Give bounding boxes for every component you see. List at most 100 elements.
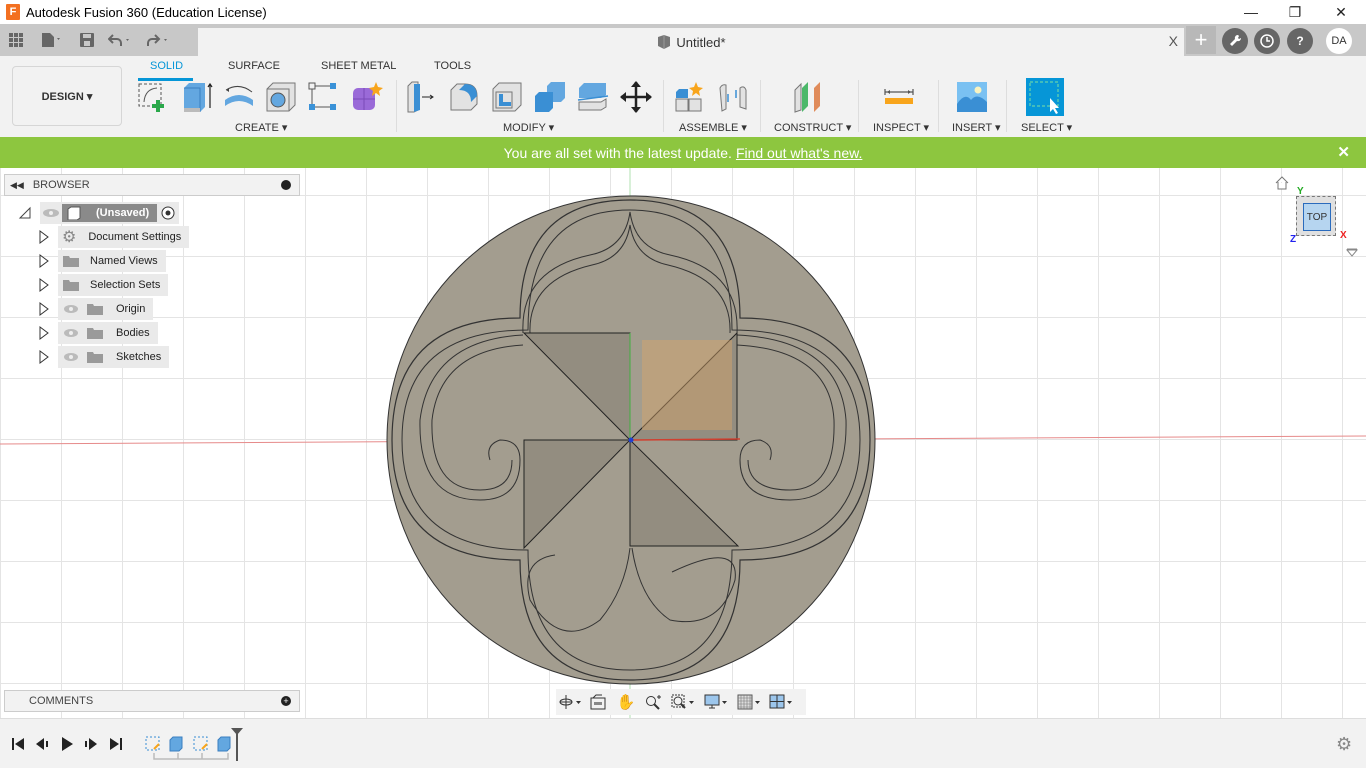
- inspect-group-label[interactable]: INSPECT ▾: [873, 121, 929, 134]
- first-step-icon[interactable]: [10, 736, 26, 752]
- new-component-icon[interactable]: [672, 80, 706, 114]
- next-step-icon[interactable]: [83, 736, 99, 752]
- document-tab[interactable]: Untitled* X: [198, 28, 1184, 56]
- timeline-group-bracket: [153, 753, 229, 760]
- redo-icon: [147, 34, 167, 46]
- fillet-icon[interactable]: [447, 80, 481, 114]
- tab-solid[interactable]: SOLID: [150, 60, 183, 72]
- model-canvas: [0, 168, 1366, 718]
- user-avatar[interactable]: DA: [1326, 28, 1352, 54]
- close-window-button[interactable]: ✕: [1318, 0, 1364, 24]
- expand-triangle-icon[interactable]: [38, 302, 50, 316]
- revolve-icon[interactable]: [222, 80, 256, 114]
- hole-icon[interactable]: [264, 80, 298, 114]
- expand-triangle-icon[interactable]: [38, 254, 50, 268]
- viewcube-menu-icon[interactable]: [1346, 248, 1358, 258]
- expand-triangle-icon[interactable]: [38, 326, 50, 340]
- home-view-icon[interactable]: [1275, 176, 1289, 190]
- restore-button[interactable]: ❐: [1272, 0, 1318, 24]
- tab-surface[interactable]: SURFACE: [228, 60, 280, 72]
- 3d-viewport[interactable]: [0, 168, 1366, 718]
- select-icon[interactable]: [1026, 78, 1064, 116]
- grid-snaps-button[interactable]: [734, 690, 766, 714]
- split-body-icon[interactable]: [576, 80, 610, 114]
- add-comment-icon[interactable]: +: [281, 696, 291, 706]
- measure-icon[interactable]: [882, 80, 916, 114]
- help-button[interactable]: ?: [1287, 28, 1313, 54]
- shell-icon[interactable]: [490, 80, 524, 114]
- construct-group-label[interactable]: CONSTRUCT ▾: [774, 121, 851, 134]
- viewports-button[interactable]: [766, 690, 798, 714]
- collapse-browser-icon[interactable]: ◀◀: [10, 180, 24, 191]
- pan-button[interactable]: ✋: [612, 690, 640, 714]
- zoom-button[interactable]: [640, 690, 668, 714]
- viewcube[interactable]: TOP: [1296, 196, 1336, 236]
- file-menu-button[interactable]: [32, 32, 72, 48]
- combine-icon[interactable]: [533, 80, 567, 114]
- job-status-button[interactable]: [1254, 28, 1280, 54]
- minimize-browser-icon[interactable]: [281, 180, 291, 190]
- modify-group-label[interactable]: MODIFY ▾: [503, 121, 554, 134]
- whats-new-link[interactable]: Find out what's new.: [736, 145, 862, 161]
- assemble-group-label[interactable]: ASSEMBLE ▾: [679, 121, 747, 134]
- eye-icon[interactable]: [62, 302, 80, 316]
- eye-icon[interactable]: [62, 326, 80, 340]
- close-banner-button[interactable]: ✕: [1337, 143, 1350, 161]
- move-copy-icon[interactable]: [619, 80, 653, 114]
- timeline-marker[interactable]: [230, 727, 244, 761]
- expand-triangle-icon[interactable]: [38, 350, 50, 364]
- press-pull-icon[interactable]: [404, 80, 438, 114]
- fit-button[interactable]: [668, 690, 700, 714]
- extensions-button[interactable]: [1222, 28, 1248, 54]
- create-group-label[interactable]: CREATE ▾: [235, 121, 287, 134]
- pattern-icon[interactable]: [306, 80, 340, 114]
- x-axis-origin: [629, 438, 741, 441]
- data-panel-button[interactable]: [0, 33, 32, 47]
- quick-access-toolbar: [0, 24, 198, 56]
- timeline-sketch-icon[interactable]: [145, 736, 161, 752]
- save-button[interactable]: [72, 33, 102, 47]
- look-at-button[interactable]: [584, 690, 612, 714]
- expand-triangle-icon[interactable]: [38, 230, 50, 244]
- expand-triangle-icon[interactable]: [38, 278, 50, 292]
- select-group-label[interactable]: SELECT ▾: [1021, 121, 1072, 134]
- expanded-triangle-icon[interactable]: [18, 206, 32, 220]
- workspace-switcher[interactable]: DESIGN ▾: [12, 66, 122, 126]
- last-step-icon[interactable]: [108, 736, 124, 752]
- tab-sheet-metal[interactable]: SHEET METAL: [321, 60, 396, 72]
- insert-group-label[interactable]: INSERT ▾: [952, 121, 1001, 134]
- gear-icon: ⚙: [62, 229, 77, 246]
- browser-item-document-settings[interactable]: ⚙ Document Settings: [38, 226, 190, 248]
- timeline-extrude-icon[interactable]: [169, 736, 185, 752]
- browser-item-origin[interactable]: Origin: [38, 298, 154, 320]
- create-sketch-icon[interactable]: [136, 80, 170, 114]
- create-form-icon[interactable]: [350, 80, 384, 114]
- display-settings-button[interactable]: [700, 690, 734, 714]
- play-icon[interactable]: [59, 736, 75, 752]
- fusion-app-icon: F: [6, 4, 20, 20]
- redo-button[interactable]: [140, 33, 178, 47]
- browser-item-named-views[interactable]: Named Views: [38, 250, 166, 272]
- extrude-icon[interactable]: [180, 80, 214, 114]
- previous-step-icon[interactable]: [34, 736, 50, 752]
- minimize-button[interactable]: —: [1228, 0, 1274, 24]
- browser-root-row[interactable]: (Unsaved): [18, 202, 180, 224]
- offset-plane-icon[interactable]: [792, 80, 826, 114]
- tab-tools[interactable]: TOOLS: [434, 60, 471, 72]
- comments-panel-header: COMMENTS +: [4, 690, 300, 712]
- undo-button[interactable]: [102, 33, 140, 47]
- orbit-button[interactable]: [556, 690, 584, 714]
- insert-image-icon[interactable]: [955, 80, 989, 114]
- close-tab-button[interactable]: X: [1169, 33, 1178, 49]
- eye-icon[interactable]: [40, 206, 62, 220]
- browser-item-selection-sets[interactable]: Selection Sets: [38, 274, 169, 296]
- activate-radio-icon[interactable]: [161, 206, 175, 220]
- browser-item-sketches[interactable]: Sketches: [38, 346, 170, 368]
- viewcube-top-face[interactable]: TOP: [1303, 203, 1331, 231]
- browser-item-bodies[interactable]: Bodies: [38, 322, 158, 344]
- timeline-settings-icon[interactable]: ⚙: [1336, 734, 1352, 755]
- new-tab-button[interactable]: +: [1186, 26, 1216, 54]
- timeline-sketch-icon[interactable]: [193, 736, 209, 752]
- eye-icon[interactable]: [62, 350, 80, 364]
- joint-icon[interactable]: [716, 80, 750, 114]
